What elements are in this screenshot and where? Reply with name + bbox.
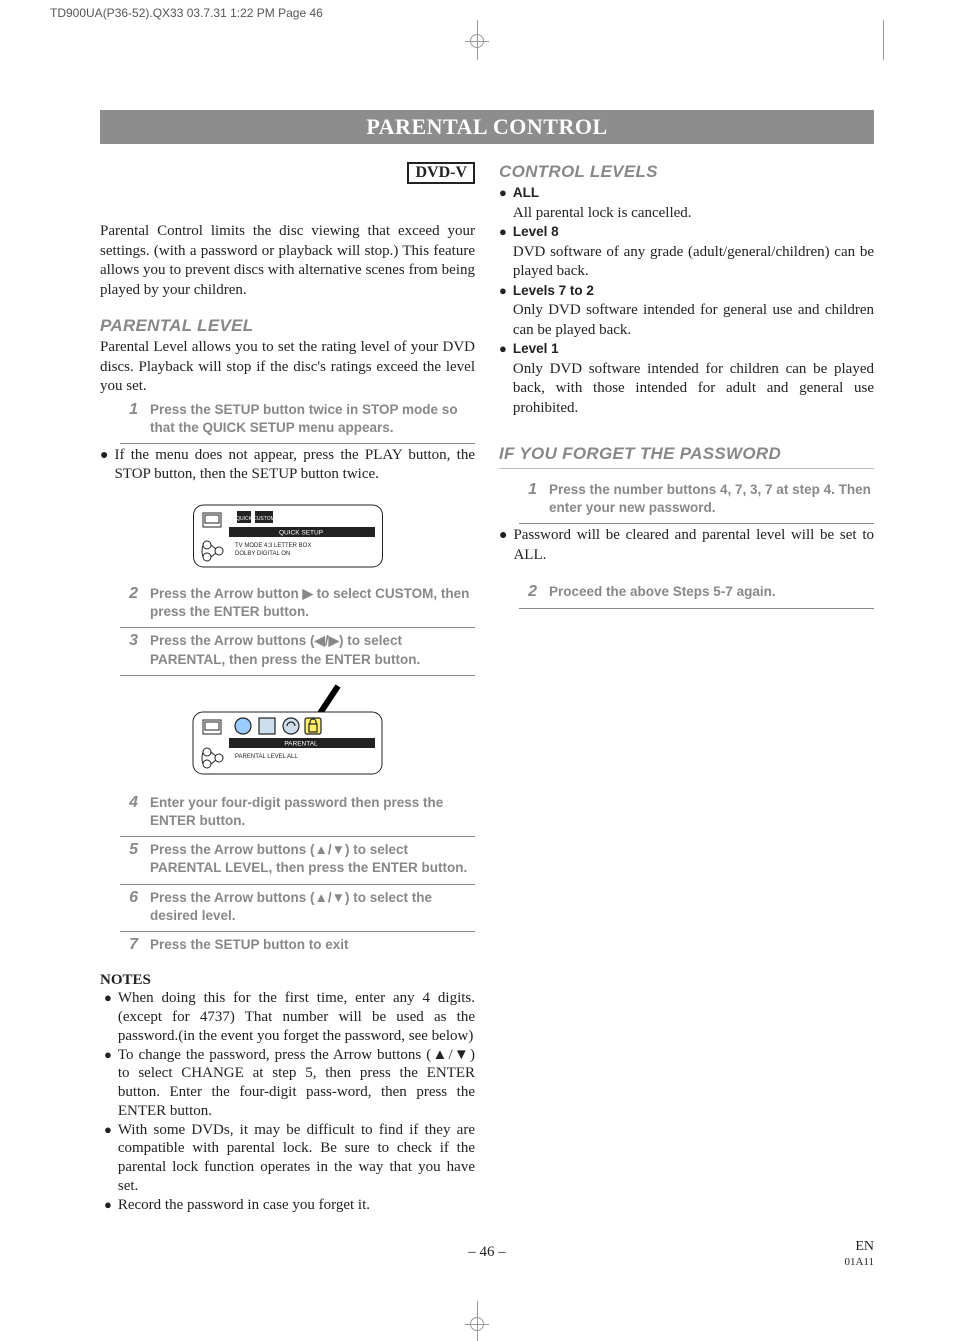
note-text: When doing this for the first time, ente… (118, 989, 475, 1045)
step-number: 4 (120, 794, 138, 830)
level-heading: Level 1 (513, 341, 559, 356)
bullet-icon: ● (499, 223, 507, 282)
level-content: Level 8 DVD software of any grade (adult… (513, 223, 874, 282)
bullet-icon: ● (499, 184, 507, 223)
step-text: Press the Arrow button ▶ to select CUSTO… (150, 585, 475, 621)
level-content: ALL All parental lock is cancelled. (513, 184, 874, 223)
bullet-icon: ● (499, 526, 507, 565)
svg-text:PARENTAL: PARENTAL (284, 740, 318, 747)
level-8: ● Level 8 DVD software of any grade (adu… (499, 223, 874, 282)
step-text: Press the SETUP button twice in STOP mod… (150, 401, 475, 437)
svg-text:TV MODE 4:3 LETTER: TV MODE 4:3 LETTER BOX (235, 543, 311, 549)
step-text: Proceed the above Steps 5-7 again. (549, 583, 776, 601)
svg-text:DOLBY DIGITAL ON: DOLBY DIGITAL ON (235, 551, 290, 557)
step-3: 3 Press the Arrow buttons (◀/▶) to selec… (120, 628, 475, 675)
parental-menu-diagram: PARENTAL PARENTAL LEVEL ALL (183, 684, 393, 784)
heading-forgot-password: IF YOU FORGET THE PASSWORD (499, 444, 874, 464)
forgot-step-1: 1 Press the number buttons 4, 7, 3, 7 at… (519, 477, 874, 524)
level-1: ● Level 1 Only DVD software intended for… (499, 340, 874, 418)
step-number: 1 (519, 481, 537, 517)
level-body: DVD software of any grade (adult/general… (513, 244, 874, 280)
bullet-icon: ● (104, 989, 112, 1045)
step-number: 7 (120, 936, 138, 954)
divider (499, 468, 874, 469)
level-heading: ALL (513, 185, 539, 200)
step-number: 2 (120, 585, 138, 621)
step-text: Enter your four-digit password then pres… (150, 794, 475, 830)
left-column: DVD-V Parental Control limits the disc v… (100, 162, 475, 1214)
note-text: Password will be cleared and parental le… (513, 526, 874, 565)
note-text: Record the password in case you forget i… (118, 1196, 475, 1215)
parental-level-body: Parental Level allows you to set the rat… (100, 338, 475, 397)
level-heading: Levels 7 to 2 (513, 283, 594, 298)
crop-bottom-area (0, 1301, 954, 1341)
step-text: Press the Arrow buttons (◀/▶) to select … (150, 632, 475, 668)
step-number: 5 (120, 841, 138, 877)
right-column: CONTROL LEVELS ● ALL All parental lock i… (499, 162, 874, 1214)
step-number: 2 (519, 583, 537, 601)
bullet-icon: ● (104, 1046, 112, 1121)
step-text: Press the Arrow buttons (▲/▼) to select … (150, 841, 475, 877)
note-text: With some DVDs, it may be difficult to f… (118, 1121, 475, 1196)
page-number: – 46 – (468, 1244, 506, 1260)
step-text: Press the Arrow buttons (▲/▼) to select … (150, 889, 475, 925)
step-5: 5 Press the Arrow buttons (▲/▼) to selec… (120, 837, 475, 884)
bullet-icon: ● (499, 340, 507, 418)
footer-code: EN 01A11 (844, 1240, 874, 1269)
level-body: Only DVD software intended for general u… (513, 302, 874, 338)
doc-code: 01A11 (844, 1256, 874, 1268)
svg-text:PARENTAL LEVEL ALL: PARENTAL LEVEL ALL (235, 754, 298, 760)
page: PARENTAL CONTROL DVD-V Parental Control … (0, 20, 954, 1301)
step-number: 3 (120, 632, 138, 668)
notes-list: ●When doing this for the first time, ent… (100, 989, 475, 1214)
level-body: Only DVD software intended for children … (513, 361, 874, 416)
step-text: Press the SETUP button to exit (150, 936, 349, 954)
note-item: ●When doing this for the first time, ent… (100, 989, 475, 1045)
crop-mark-right (883, 20, 884, 60)
note-text: To change the password, press the Arrow … (118, 1046, 475, 1121)
note-item: ●To change the password, press the Arrow… (100, 1046, 475, 1121)
level-all: ● ALL All parental lock is cancelled. (499, 184, 874, 223)
note-item: ● Record the password in case you forget … (100, 1196, 475, 1215)
registration-mark-bottom (470, 1317, 484, 1331)
quick-setup-diagram: QUICK CUSTOM QUICK SETUP TV MODE 4:3 LET… (193, 497, 383, 575)
svg-text:QUICK SETUP: QUICK SETUP (278, 529, 322, 536)
step-1-note: ● If the menu does not appear, press the… (100, 444, 475, 489)
registration-mark-top (470, 34, 484, 48)
bullet-icon: ● (104, 1121, 112, 1196)
bullet-icon: ● (499, 282, 507, 341)
heading-parental-level: PARENTAL LEVEL (100, 316, 475, 336)
forgot-step-2: 2 Proceed the above Steps 5-7 again. (519, 579, 874, 608)
step-1: 1 Press the SETUP button twice in STOP m… (120, 397, 475, 444)
step-6: 6 Press the Arrow buttons (▲/▼) to selec… (120, 885, 475, 932)
bullet-icon: ● (104, 1196, 112, 1215)
forgot-step-1-note: ● Password will be cleared and parental … (499, 524, 874, 569)
level-heading: Level 8 (513, 224, 559, 239)
note-text: If the menu does not appear, press the P… (114, 446, 475, 485)
note-item: ●With some DVDs, it may be difficult to … (100, 1121, 475, 1196)
bullet-icon: ● (100, 446, 108, 485)
step-2: 2 Press the Arrow button ▶ to select CUS… (120, 581, 475, 628)
two-column-layout: DVD-V Parental Control limits the disc v… (100, 162, 874, 1214)
level-content: Levels 7 to 2 Only DVD software intended… (513, 282, 874, 341)
step-number: 6 (120, 889, 138, 925)
level-content: Level 1 Only DVD software intended for c… (513, 340, 874, 418)
step-7: 7 Press the SETUP button to exit (120, 932, 475, 960)
level-body: All parental lock is cancelled. (513, 205, 692, 221)
dvd-v-badge: DVD-V (407, 162, 475, 184)
print-slug: TD900UA(P36-52).QX33 03.7.31 1:22 PM Pag… (0, 0, 954, 20)
intro-paragraph: Parental Control limits the disc viewing… (100, 190, 475, 300)
svg-text:QUICK: QUICK (236, 516, 253, 522)
page-title: PARENTAL CONTROL (100, 110, 874, 144)
page-footer: – 46 – EN 01A11 (100, 1244, 874, 1261)
lang-code: EN (855, 1239, 874, 1254)
heading-control-levels: CONTROL LEVELS (499, 162, 874, 182)
step-4: 4 Enter your four-digit password then pr… (120, 790, 475, 837)
svg-text:CUSTOM: CUSTOM (253, 516, 275, 522)
notes-heading: NOTES (100, 972, 475, 989)
level-7-2: ● Levels 7 to 2 Only DVD software intend… (499, 282, 874, 341)
step-text: Press the number buttons 4, 7, 3, 7 at s… (549, 481, 874, 517)
step-number: 1 (120, 401, 138, 437)
